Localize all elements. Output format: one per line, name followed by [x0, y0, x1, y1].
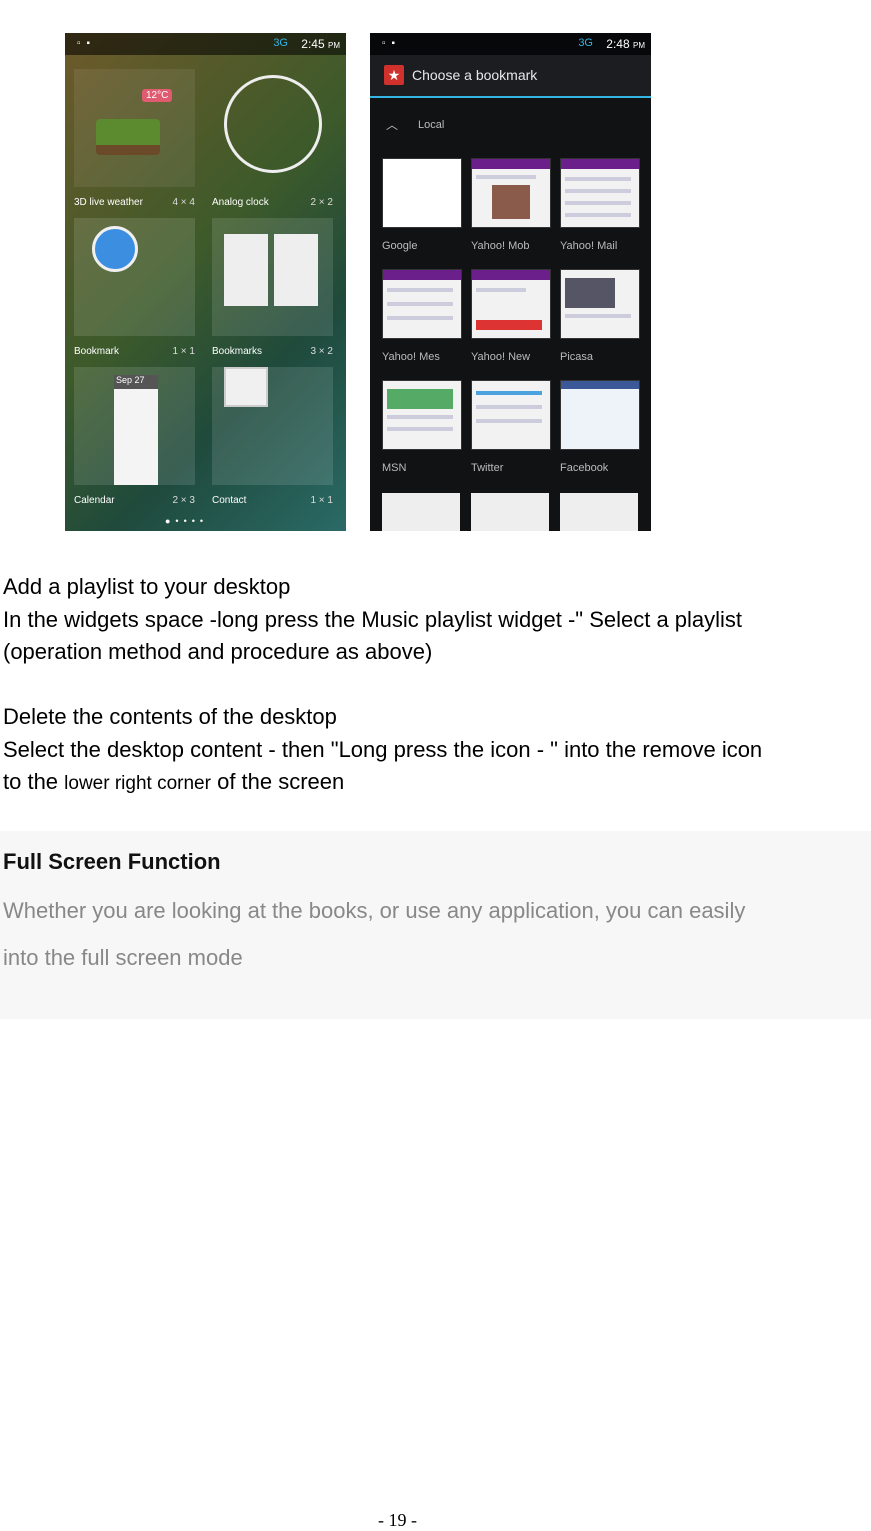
bookmark-label: Twitter — [471, 462, 504, 474]
widget-label: Bookmark — [74, 346, 120, 357]
fullscreen-title: Full Screen Function — [3, 849, 221, 875]
bookmark-thumbnails — [224, 234, 320, 306]
bookmark-label: Yahoo! Mail — [560, 240, 618, 252]
widget-size: 1 × 1 — [310, 495, 333, 506]
fullscreen-text: into the full screen mode — [3, 945, 243, 970]
bookmark-thumbnail — [382, 158, 462, 228]
status-bar: ▫▪ 3G 2:45 PM — [65, 33, 346, 55]
title-part: Function — [127, 849, 221, 874]
bookmark-thumbnail — [382, 269, 462, 339]
clock-icon — [224, 75, 322, 173]
weather-temp: 12°C — [142, 89, 173, 102]
section-title: Delete the contents of the desktop — [3, 704, 337, 729]
paragraph-line: In the widgets space -long press the Mus… — [3, 607, 743, 632]
widget-bookmarks[interactable]: Bookmarks 3 × 2 — [206, 210, 339, 359]
bookmark-item[interactable]: Google — [382, 158, 462, 252]
widget-analog-clock[interactable]: Analog clock 2 × 2 — [206, 61, 339, 210]
bookmark-item[interactable]: Twitter — [471, 380, 551, 474]
widget-size: 1 × 1 — [172, 346, 195, 357]
bookmark-item[interactable]: Picasa — [560, 269, 640, 363]
page-indicator: ●•••• — [165, 516, 209, 526]
fullscreen-box: Full Screen Function Whether you are loo… — [0, 831, 871, 1019]
bookmark-item[interactable]: Facebook — [560, 380, 640, 474]
paragraph-line: (operation method and procedure as above… — [3, 639, 433, 664]
bookmark-thumbnail — [560, 269, 640, 339]
widget-3d-weather[interactable]: 12°C 3D live weather 4 × 4 — [68, 61, 201, 210]
bookmark-item[interactable]: Yahoo! Mail — [560, 158, 640, 252]
bookmark-label: MSN — [382, 462, 407, 474]
widget-label: Contact — [212, 495, 247, 506]
widget-label: Analog clock — [212, 197, 269, 208]
bookmark-label: Yahoo! Mes — [382, 351, 440, 363]
bookmark-thumbnail — [471, 269, 551, 339]
network-indicator: 3G — [273, 37, 288, 49]
contact-card-icon — [224, 367, 268, 407]
calendar-date: Sep 27 — [116, 375, 145, 385]
action-bar-title: Choose a bookmark — [412, 67, 538, 83]
widget-size: 2 × 3 — [172, 495, 195, 506]
paragraph-line: Select the desktop content - then "Long … — [3, 737, 763, 762]
bookmark-label: Yahoo! Mob — [471, 240, 530, 252]
bookmark-thumbnail — [471, 380, 551, 450]
text-fragment: to the — [3, 769, 59, 794]
home-widgets-screenshot: ▫▪ 3G 2:45 PM 12°C 3D live weather 4 × 4… — [65, 33, 346, 531]
bookmark-row-partial — [382, 493, 640, 531]
bookmark-thumbnail — [560, 158, 640, 228]
section-title: Add a playlist to your desktop — [3, 574, 291, 599]
section-label: Local — [418, 119, 445, 131]
bookmark-label: Picasa — [560, 351, 594, 363]
bookmark-item[interactable]: Yahoo! New — [471, 269, 551, 363]
section-header[interactable]: ︿ Local — [370, 111, 651, 141]
star-icon: ★ — [384, 65, 404, 85]
fullscreen-text: Whether you are looking at the books, or… — [3, 898, 746, 923]
bookmark-item[interactable]: Yahoo! Mob — [471, 158, 551, 252]
status-time: 2:48 PM — [606, 37, 645, 51]
widget-size: 4 × 4 — [172, 197, 195, 208]
widget-calendar[interactable]: Sep 27 Calendar 2 × 3 — [68, 359, 201, 508]
title-part: Full Screen — [3, 849, 122, 874]
weather-island-icon — [96, 119, 160, 155]
chevron-up-icon: ︿ — [386, 118, 399, 132]
widget-contact[interactable]: Contact 1 × 1 — [206, 359, 339, 508]
widget-size: 2 × 2 — [310, 197, 333, 208]
notification-icons: ▫▪ — [77, 38, 97, 49]
status-bar: ▫▪ 3G 2:48 PM — [370, 33, 651, 55]
text-fragment: of the screen — [217, 769, 345, 794]
bookmark-thumbnail — [382, 380, 462, 450]
widget-size: 3 × 2 — [310, 346, 333, 357]
text-fragment: lower right corner — [64, 773, 211, 794]
notification-icons: ▫▪ — [382, 38, 402, 49]
bookmark-thumbnail — [560, 380, 640, 450]
paragraph-line: to the lower right corner of the screen — [3, 766, 344, 800]
bookmark-item[interactable]: MSN — [382, 380, 462, 474]
globe-icon — [92, 226, 138, 272]
action-bar: ★ Choose a bookmark — [370, 55, 651, 98]
network-indicator: 3G — [578, 37, 593, 49]
widget-label: Calendar — [74, 495, 115, 506]
widget-bookmark[interactable]: Bookmark 1 × 1 — [68, 210, 201, 359]
bookmark-item[interactable]: Yahoo! Mes — [382, 269, 462, 363]
choose-bookmark-screenshot: ▫▪ 3G 2:48 PM ★ Choose a bookmark ︿ Loca… — [370, 33, 651, 531]
status-time: 2:45 PM — [301, 37, 340, 51]
calendar-icon — [114, 375, 158, 485]
widget-label: 3D live weather — [74, 197, 143, 208]
bookmark-thumbnail — [471, 158, 551, 228]
bookmark-label: Yahoo! New — [471, 351, 531, 363]
bookmark-label: Google — [382, 240, 418, 252]
bookmark-label: Facebook — [560, 462, 609, 474]
widget-label: Bookmarks — [212, 346, 263, 357]
